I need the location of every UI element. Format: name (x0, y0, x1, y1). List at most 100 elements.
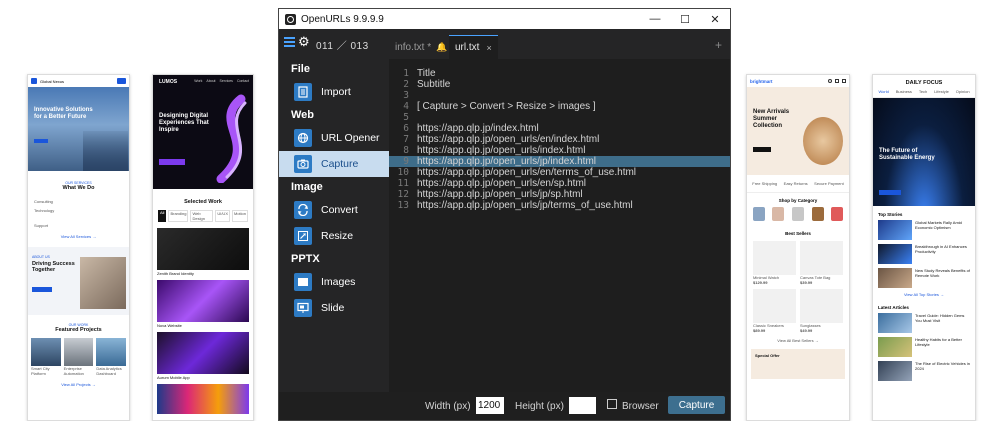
thumb-product: Sunglasses $49.99 (800, 289, 843, 333)
thumb-service: Consulting (34, 199, 53, 204)
thumb-service: Support (34, 223, 49, 228)
close-button[interactable]: ✕ (700, 13, 730, 26)
editor-line[interactable]: 11 https://app.qlp.jp/open_urls/en/sp.htm… (389, 178, 730, 189)
browser-checkbox[interactable] (607, 399, 617, 409)
import-icon (294, 83, 312, 101)
line-text: [ Capture > Convert > Resize > images ] (417, 101, 596, 112)
tab-url-txt[interactable]: url.txt × (449, 35, 498, 59)
menu-icon[interactable] (284, 37, 295, 48)
editor-line[interactable]: 7 https://app.qlp.jp/open_urls/en/index.h… (389, 134, 730, 145)
height-input[interactable] (569, 397, 596, 414)
swirl-graphic (216, 94, 247, 183)
thumb-nav: Work About Services Contact (194, 79, 249, 83)
sidebar-item-resize[interactable]: Resize (279, 223, 389, 249)
editor-line[interactable]: 6 https://app.qlp.jp/index.html (389, 123, 730, 134)
thumb-about-tag: ABOUT US (32, 255, 50, 259)
logo-icon (31, 78, 37, 84)
line-text: https://app.qlp.jp/open_urls/en/index.ht… (417, 134, 600, 145)
thumb-view-projects: View All Projects → (61, 382, 96, 387)
line-number: 3 (403, 90, 409, 101)
thumb-articles: Travel Guide: Hidden Gems You Must Visit… (873, 313, 975, 381)
cart-icon (842, 79, 846, 83)
tab-label: info.txt * (395, 41, 432, 53)
editor-line[interactable]: 4 [ Capture > Convert > Resize > images ] (389, 101, 730, 112)
line-number: 1 (403, 68, 409, 79)
sidebar-item-convert[interactable]: Convert (279, 197, 389, 223)
preview-corporate-site: Global Nexus Innovative Solutions for a … (27, 74, 130, 421)
editor-line[interactable]: 2 Subtitle (389, 79, 730, 90)
screenshot-stage: Global Nexus Innovative Solutions for a … (0, 0, 1000, 421)
sidebar-item-url-opener[interactable]: URL Opener (279, 125, 389, 151)
sidebar-item-label: Convert (321, 204, 358, 216)
gear-icon[interactable]: ⚙ (298, 34, 310, 50)
sidebar-item-import[interactable]: Import (279, 79, 389, 105)
thumb-view-all: View All Services → (60, 234, 97, 239)
sidebar-item-capture[interactable]: Capture (279, 151, 389, 177)
sidebar-item-label: Slide (321, 302, 345, 314)
sidebar-section-web: Web (291, 109, 315, 121)
thumb-hero-title: New Arrivals Summer Collection (753, 109, 790, 129)
sidebar-item-label: Resize (321, 230, 354, 242)
editor-line[interactable]: 10 https://app.qlp.jp/open_urls/en/terms_… (389, 167, 730, 178)
thumb-work-title: Zenith Brand Identity (157, 271, 194, 276)
minimize-button[interactable]: — (640, 13, 670, 25)
line-number: 5 (403, 112, 409, 123)
line-number: 12 (397, 189, 409, 200)
thumb-hero-button (34, 139, 48, 143)
editor-line[interactable]: 8 https://app.qlp.jp/open_urls/index.html (389, 145, 730, 156)
work-image (157, 332, 249, 374)
work-image (157, 280, 249, 322)
thumb-contact-button (117, 78, 126, 84)
user-icon (835, 79, 839, 83)
toolbar: ⚙ 011 ／ 013 info.txt * 🔔 url.txt × + (279, 29, 730, 59)
line-text: https://app.qlp.jp/open_urls/jp/index.ht… (417, 156, 596, 167)
line-text: Subtitle (417, 79, 451, 90)
thumb-categories (747, 203, 849, 225)
thumb-brand: LUMOS (159, 79, 178, 85)
line-text: https://app.qlp.jp/open_urls/en/terms_of… (417, 167, 637, 178)
images-icon (294, 273, 312, 291)
line-number: 13 (397, 200, 409, 211)
line-number: 11 (397, 178, 409, 189)
line-number: 4 (403, 101, 409, 112)
thumb-hero: New Arrivals Summer Collection (747, 87, 849, 175)
editor-line[interactable]: 12 https://app.qlp.jp/open_urls/jp/sp.htm… (389, 189, 730, 200)
capture-button[interactable]: Capture (668, 396, 725, 414)
line-number: 6 (403, 123, 409, 134)
sidebar-item-images[interactable]: Images (279, 269, 389, 295)
thumb-product: Classic Sneakers $89.99 (753, 289, 796, 333)
editor-line[interactable]: 5 (389, 112, 730, 123)
add-tab-button[interactable]: + (715, 38, 722, 52)
thumb-hero-title: The Future of Sustainable Energy (879, 148, 935, 161)
thumb-about-title: Driving Success Together (32, 261, 75, 273)
thumb-project: Data Analytics Dashboard (96, 338, 127, 376)
thumb-services: OUR SERVICES What We Do (28, 181, 129, 191)
sidebar-item-slide[interactable]: Slide (279, 295, 389, 321)
sidebar-section-file: File (291, 63, 310, 75)
editor-line[interactable]: 13 https://app.qlp.jp/open_urls/jp/terms_… (389, 200, 730, 211)
editor-line[interactable]: 1 Title (389, 68, 730, 79)
line-text: Title (417, 68, 436, 79)
thumb-offer: Special Offer (751, 349, 845, 379)
text-editor[interactable]: 1 Title 2 Subtitle 3 4 [ Capture > Convert > R… (389, 59, 730, 392)
app-window: OpenURLs 9.9.9.9 — ☐ ✕ ⚙ 011 ／ 013 info.… (278, 8, 731, 421)
resize-icon (294, 227, 312, 245)
browser-label: Browser (622, 401, 659, 412)
thumb-filters: All Branding Web Design UI/UX Motion (158, 210, 248, 222)
sidebar: File Import Web URL Opener Capture Image… (279, 59, 389, 392)
city-image (83, 131, 128, 171)
line-text: https://app.qlp.jp/open_urls/jp/sp.html (417, 189, 583, 200)
editor-line[interactable]: 9 https://app.qlp.jp/open_urls/jp/index.h… (389, 156, 730, 167)
meeting-image (80, 257, 126, 309)
tab-info-txt[interactable]: info.txt * 🔔 (389, 35, 453, 59)
thumb-perks: Free Shipping Easy Returns Secure Paymen… (747, 175, 849, 193)
line-number: 10 (397, 167, 409, 178)
tab-close-icon[interactable]: × (486, 43, 491, 53)
maximize-button[interactable]: ☐ (670, 13, 700, 26)
width-input[interactable] (476, 397, 504, 414)
editor-line[interactable]: 3 (389, 90, 730, 101)
height-label: Height (px) (515, 401, 564, 412)
title-bar: OpenURLs 9.9.9.9 — ☐ ✕ (279, 9, 730, 29)
preview-ecommerce-site: brightmart New Arrivals Summer Collectio… (746, 74, 850, 421)
line-text: https://app.qlp.jp/open_urls/en/sp.html (417, 178, 586, 189)
